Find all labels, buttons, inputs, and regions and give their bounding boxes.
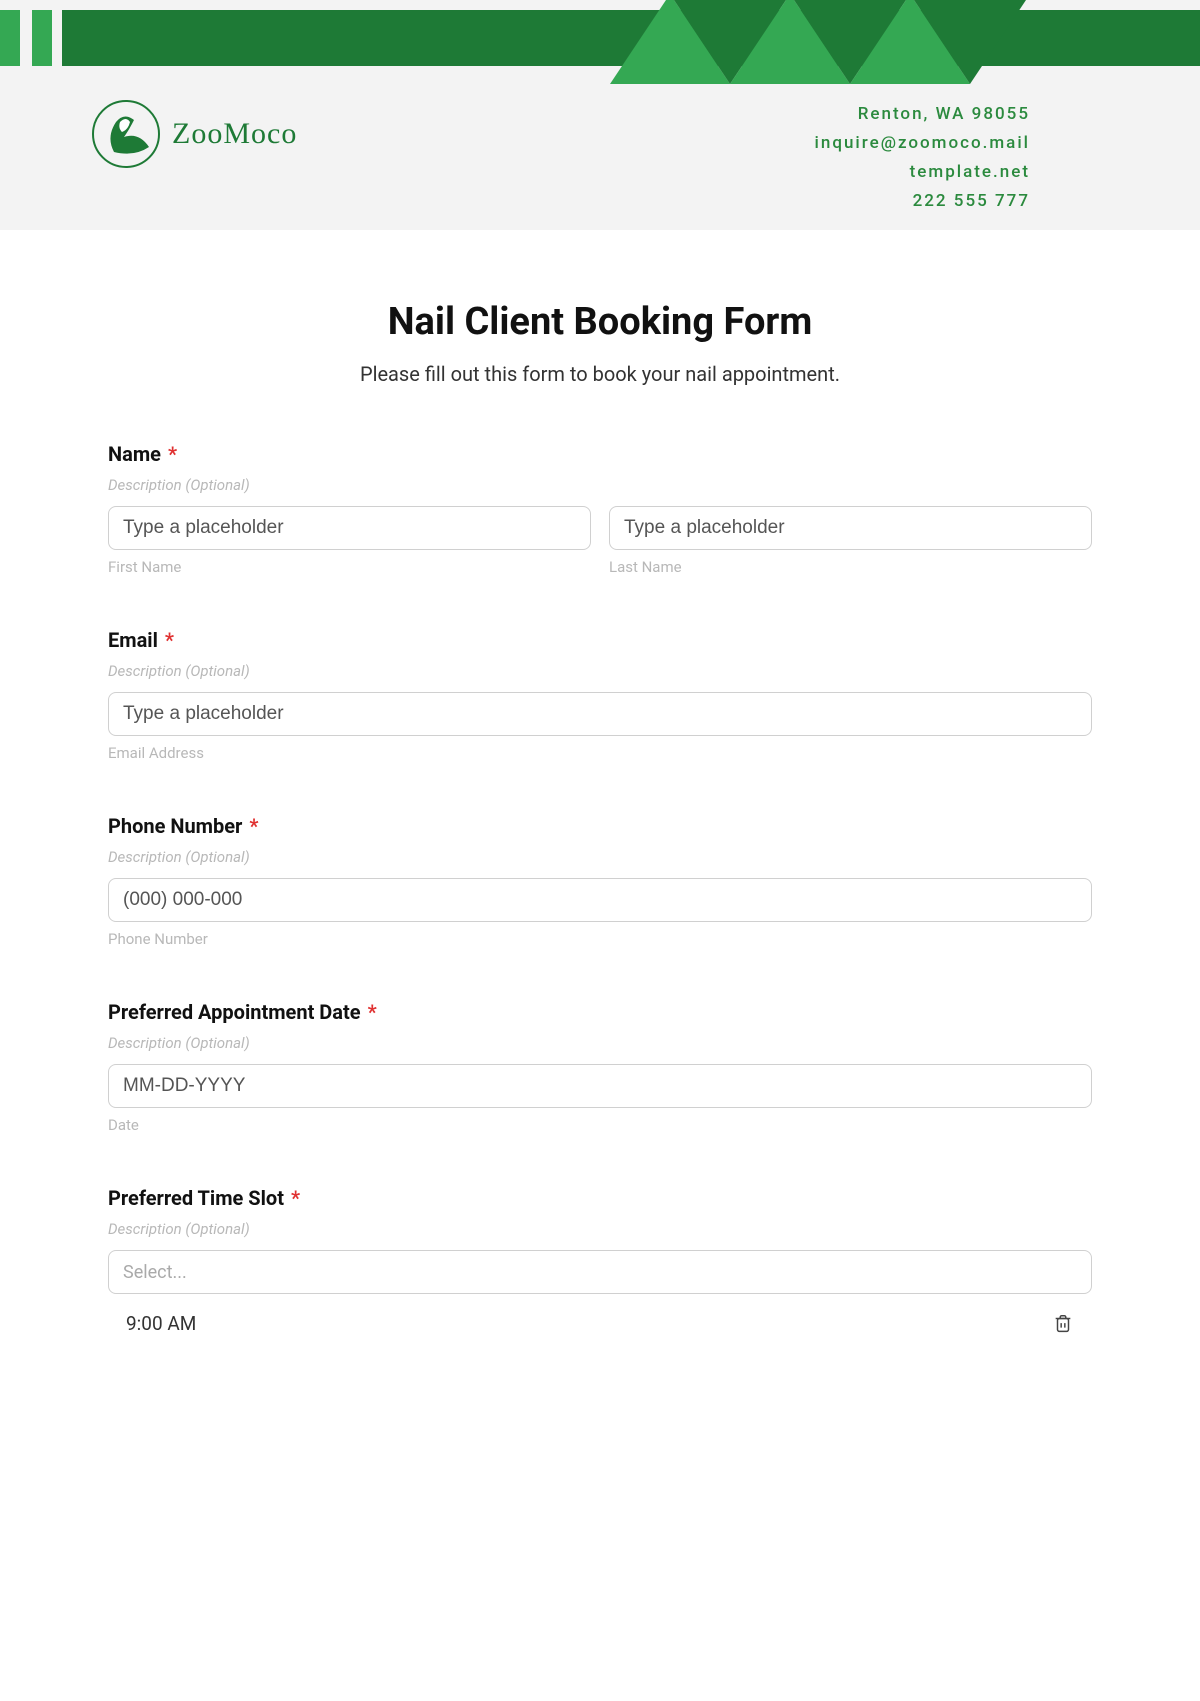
- field-time: Preferred Time Slot * Description (Optio…: [108, 1186, 1092, 1335]
- last-name-input[interactable]: [609, 506, 1092, 550]
- phone-sublabel: Phone Number: [108, 930, 1092, 948]
- time-select-placeholder: Select...: [123, 1262, 187, 1283]
- header-banner: ZooMoco Renton, WA 98055 inquire@zoomoco…: [0, 0, 1200, 230]
- contact-website: template.net: [815, 158, 1030, 187]
- email-input[interactable]: [108, 692, 1092, 736]
- contact-email: inquire@zoomoco.mail: [815, 129, 1030, 158]
- field-name: Name * Description (Optional) First Name…: [108, 442, 1092, 576]
- logo-mark-icon: [92, 100, 160, 168]
- required-mark: *: [368, 1000, 377, 1024]
- accent-bars: [0, 10, 52, 66]
- logo-text: ZooMoco: [172, 117, 297, 151]
- name-description[interactable]: Description (Optional): [108, 476, 1092, 494]
- contact-info: Renton, WA 98055 inquire@zoomoco.mail te…: [815, 100, 1030, 216]
- email-sublabel: Email Address: [108, 744, 1092, 762]
- trash-icon[interactable]: [1052, 1313, 1074, 1335]
- date-description[interactable]: Description (Optional): [108, 1034, 1092, 1052]
- phone-description[interactable]: Description (Optional): [108, 848, 1092, 866]
- field-email: Email * Description (Optional) Email Add…: [108, 628, 1092, 762]
- first-name-input[interactable]: [108, 506, 591, 550]
- ribbon-decoration: [610, 0, 1070, 94]
- email-label: Email *: [108, 628, 1092, 652]
- required-mark: *: [291, 1186, 300, 1210]
- contact-phone: 222 555 777: [815, 187, 1030, 216]
- required-mark: *: [249, 814, 258, 838]
- form-container: Nail Client Booking Form Please fill out…: [0, 230, 1200, 1385]
- name-label: Name *: [108, 442, 1092, 466]
- last-name-sublabel: Last Name: [609, 558, 1092, 576]
- time-description[interactable]: Description (Optional): [108, 1220, 1092, 1238]
- contact-address: Renton, WA 98055: [815, 100, 1030, 129]
- time-option[interactable]: 9:00 AM: [126, 1312, 196, 1335]
- form-subtitle: Please fill out this form to book your n…: [108, 362, 1092, 386]
- phone-label: Phone Number *: [108, 814, 1092, 838]
- date-input[interactable]: [108, 1064, 1092, 1108]
- first-name-sublabel: First Name: [108, 558, 591, 576]
- field-date: Preferred Appointment Date * Description…: [108, 1000, 1092, 1134]
- time-select[interactable]: Select...: [108, 1250, 1092, 1294]
- required-mark: *: [168, 442, 177, 466]
- form-title: Nail Client Booking Form: [108, 300, 1092, 344]
- date-sublabel: Date: [108, 1116, 1092, 1134]
- date-label: Preferred Appointment Date *: [108, 1000, 1092, 1024]
- phone-input[interactable]: [108, 878, 1092, 922]
- field-phone: Phone Number * Description (Optional) Ph…: [108, 814, 1092, 948]
- time-label: Preferred Time Slot *: [108, 1186, 1092, 1210]
- required-mark: *: [165, 628, 174, 652]
- email-description[interactable]: Description (Optional): [108, 662, 1092, 680]
- time-option-row: 9:00 AM: [108, 1294, 1092, 1335]
- logo: ZooMoco: [92, 100, 297, 168]
